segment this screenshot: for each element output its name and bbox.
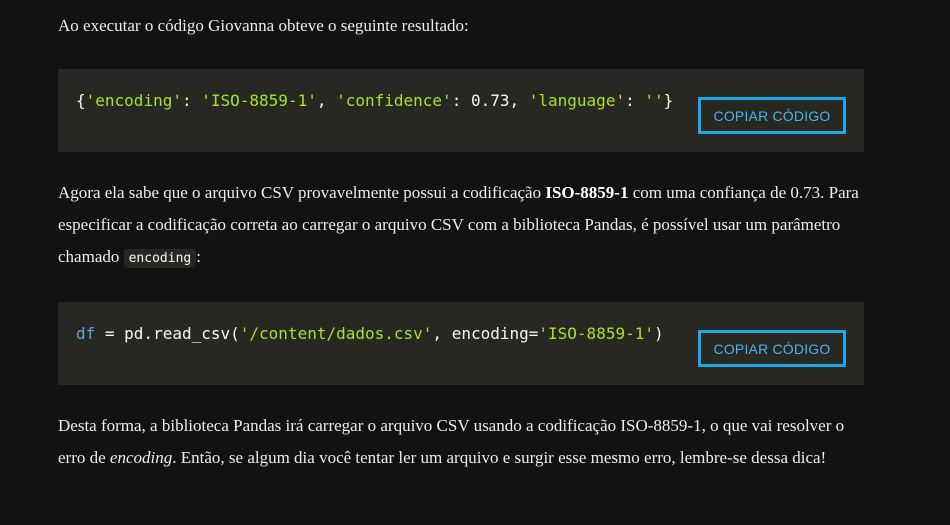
code-token: : — [181, 91, 202, 110]
code-token: = pd.read_csv( — [95, 324, 240, 343]
code-line: df = pd.read_csv('/content/dados.csv', e… — [76, 322, 664, 346]
paragraph-result-intro: Ao executar o código Giovanna obteve o s… — [58, 16, 469, 35]
encoding-italic: encoding — [109, 448, 173, 467]
code-token: : — [451, 91, 471, 110]
code-block-read-csv: df = pd.read_csv('/content/dados.csv', e… — [58, 302, 864, 385]
paragraph-text: . Então, se algum dia você tentar ler um… — [172, 448, 827, 467]
paragraph-conclusion: Desta forma, a biblioteca Pandas irá car… — [58, 410, 864, 474]
code-token: df — [76, 324, 96, 343]
code-token: : — [625, 91, 645, 110]
code-token: 0.73 — [470, 91, 510, 110]
paragraph-text: Agora ela sabe que o arquivo CSV provave… — [58, 183, 546, 202]
code-token: } — [663, 91, 674, 110]
code-token: , — [316, 91, 337, 110]
code-token: '/content/dados.csv' — [239, 324, 433, 343]
code-line: {'encoding': 'ISO-8859-1', 'confidence':… — [76, 89, 673, 113]
paragraph-text: : — [196, 247, 201, 266]
code-token: , — [509, 91, 529, 110]
code-token: , encoding= — [432, 324, 539, 343]
copy-code-button[interactable]: COPIAR CÓDIGO — [698, 97, 846, 134]
code-token: 'language' — [528, 91, 626, 110]
code-block-detect-result: {'encoding': 'ISO-8859-1', 'confidence':… — [58, 69, 864, 152]
code-token: 'ISO-8859-1' — [538, 324, 654, 343]
inline-code-encoding: encoding — [123, 249, 197, 268]
encoding-name-bold: ISO-8859-1 — [545, 183, 629, 202]
code-token: 'ISO-8859-1' — [201, 91, 317, 110]
paragraph-encoding-explanation: Agora ela sabe que o arquivo CSV provave… — [58, 177, 864, 275]
code-token: { — [76, 91, 86, 110]
code-token: '' — [644, 91, 664, 110]
code-token: 'encoding' — [85, 91, 182, 110]
code-token: ) — [653, 324, 664, 343]
code-token: 'confidence' — [336, 91, 452, 110]
copy-code-button[interactable]: COPIAR CÓDIGO — [698, 330, 846, 367]
